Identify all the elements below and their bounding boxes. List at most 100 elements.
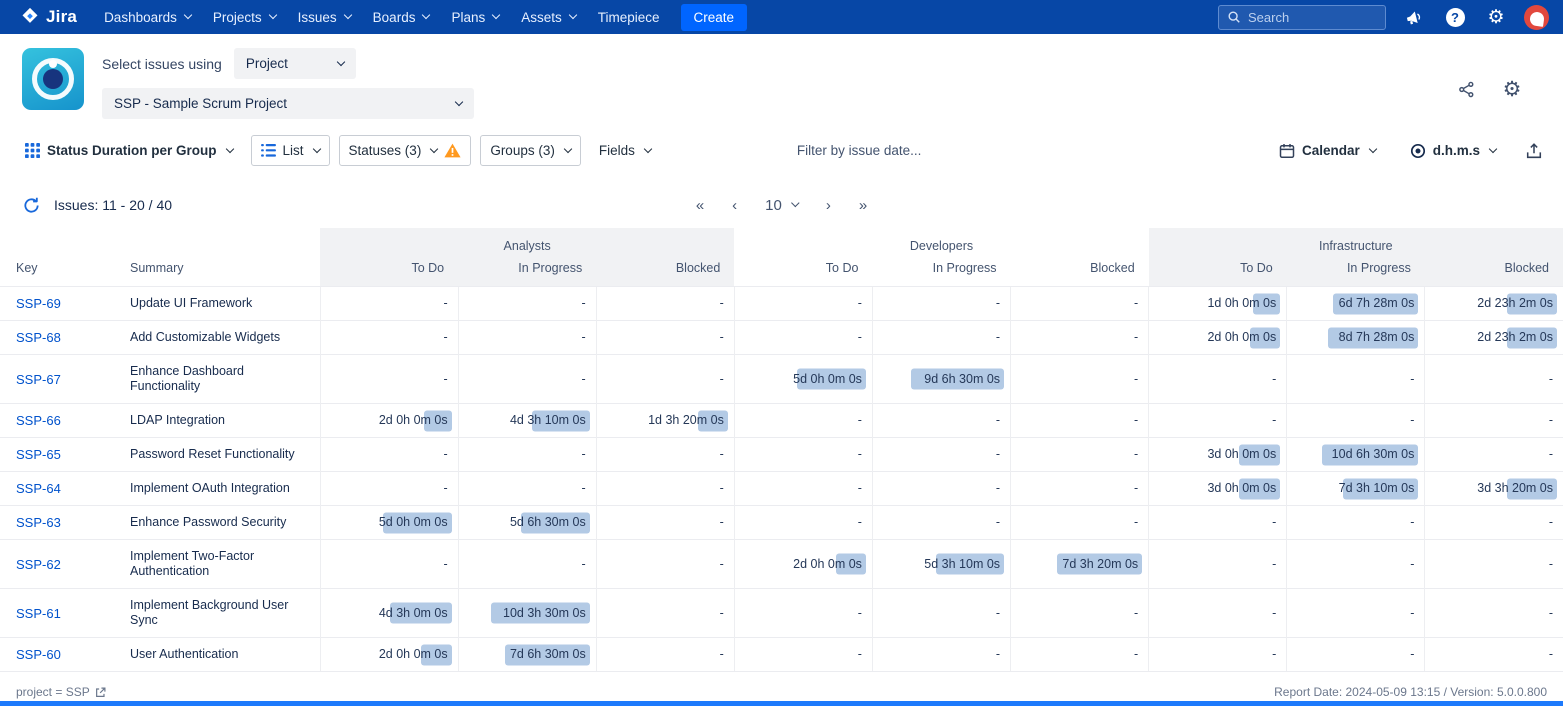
duration-value: - bbox=[1549, 413, 1553, 427]
duration-value: - bbox=[996, 606, 1000, 620]
issue-key-link[interactable]: SSP-68 bbox=[16, 330, 61, 345]
issue-summary: Implement Background User Sync bbox=[120, 589, 320, 638]
issue-key-link[interactable]: SSP-61 bbox=[16, 606, 61, 621]
global-search-box[interactable] bbox=[1218, 5, 1386, 30]
duration-value: - bbox=[443, 557, 447, 571]
duration-cell: - bbox=[1011, 438, 1149, 472]
calendar-select[interactable]: Calendar bbox=[1270, 136, 1385, 166]
duration-cell: 7d 6h 30m 0s bbox=[458, 638, 596, 672]
nav-item-label: Timepiece bbox=[598, 10, 660, 25]
report-type-select[interactable]: Status Duration per Group bbox=[16, 136, 242, 165]
issue-source-select[interactable]: Project bbox=[234, 48, 356, 79]
issue-key-link[interactable]: SSP-69 bbox=[16, 296, 61, 311]
duration-cell: - bbox=[1425, 638, 1563, 672]
chevron-down-icon bbox=[492, 11, 500, 19]
nav-item-issues[interactable]: Issues bbox=[287, 0, 362, 34]
duration-cell: - bbox=[1149, 355, 1287, 404]
issue-key-link[interactable]: SSP-62 bbox=[16, 557, 61, 572]
duration-value: - bbox=[1272, 557, 1276, 571]
last-page-button[interactable]: » bbox=[859, 197, 867, 214]
next-page-button[interactable]: › bbox=[826, 197, 831, 214]
status-column-header: To Do bbox=[320, 256, 458, 287]
issue-key-cell: SSP-61 bbox=[0, 589, 120, 638]
duration-cell: 9d 6h 30m 0s bbox=[872, 355, 1010, 404]
page-size-select[interactable]: 10 bbox=[765, 197, 798, 214]
previous-page-button[interactable]: ‹ bbox=[732, 197, 737, 214]
duration-value: - bbox=[720, 647, 724, 661]
first-page-button[interactable]: « bbox=[696, 197, 704, 214]
filter-query-link[interactable]: project = SSP bbox=[16, 685, 106, 699]
duration-value: - bbox=[720, 447, 724, 461]
app-header-actions: ⚙ bbox=[1453, 48, 1543, 102]
duration-cell: - bbox=[734, 472, 872, 506]
create-button[interactable]: Create bbox=[681, 4, 748, 31]
duration-value: - bbox=[1272, 372, 1276, 386]
duration-value: - bbox=[443, 330, 447, 344]
duration-value: - bbox=[1272, 606, 1276, 620]
view-select[interactable]: List bbox=[251, 135, 330, 166]
export-icon bbox=[1525, 142, 1543, 160]
issue-key-link[interactable]: SSP-67 bbox=[16, 372, 61, 387]
duration-value: - bbox=[1134, 330, 1138, 344]
table-header: Analysts Developers Infrastructure Key S… bbox=[0, 228, 1563, 287]
refresh-button[interactable] bbox=[18, 192, 44, 218]
nav-item-timepiece[interactable]: Timepiece bbox=[587, 0, 671, 34]
duration-cell: - bbox=[734, 638, 872, 672]
duration-cell: - bbox=[596, 321, 734, 355]
nav-item-projects[interactable]: Projects bbox=[202, 0, 287, 34]
duration-value: - bbox=[996, 447, 1000, 461]
share-button[interactable] bbox=[1453, 76, 1479, 102]
duration-value: - bbox=[1272, 515, 1276, 529]
duration-cell: 2d 0h 0m 0s bbox=[1149, 321, 1287, 355]
chevron-down-icon bbox=[184, 11, 192, 19]
duration-value: - bbox=[720, 606, 724, 620]
duration-value: 10d 3h 30m 0s bbox=[503, 606, 586, 620]
duration-cell: - bbox=[320, 355, 458, 404]
issue-key-cell: SSP-67 bbox=[0, 355, 120, 404]
issue-key-link[interactable]: SSP-66 bbox=[16, 413, 61, 428]
duration-cell: 8d 7h 28m 0s bbox=[1287, 321, 1425, 355]
table-row: SSP-60User Authentication2d 0h 0m 0s7d 6… bbox=[0, 638, 1563, 672]
duration-cell: - bbox=[596, 540, 734, 589]
statuses-select[interactable]: Statuses (3) bbox=[339, 135, 472, 166]
settings-button[interactable]: ⚙ bbox=[1483, 4, 1509, 30]
chevron-down-icon bbox=[455, 97, 463, 105]
jira-logo-text: Jira bbox=[46, 7, 77, 27]
help-button[interactable]: ? bbox=[1442, 4, 1468, 30]
issue-key-link[interactable]: SSP-60 bbox=[16, 647, 61, 662]
global-search-input[interactable] bbox=[1248, 10, 1377, 25]
announcements-button[interactable] bbox=[1401, 4, 1427, 30]
duration-cell: - bbox=[1011, 589, 1149, 638]
nav-item-plans[interactable]: Plans bbox=[440, 0, 510, 34]
jira-logo[interactable]: Jira bbox=[20, 7, 77, 27]
nav-item-boards[interactable]: Boards bbox=[362, 0, 441, 34]
duration-cell: 1d 0h 0m 0s bbox=[1149, 287, 1287, 321]
duration-cell: 4d 3h 10m 0s bbox=[458, 404, 596, 438]
nav-item-assets[interactable]: Assets bbox=[510, 0, 587, 34]
duration-value: 5d 3h 10m 0s bbox=[924, 557, 1000, 571]
export-button[interactable] bbox=[1521, 138, 1547, 164]
calendar-select-value: Calendar bbox=[1302, 143, 1360, 158]
external-link-icon bbox=[95, 687, 106, 698]
groups-select[interactable]: Groups (3) bbox=[480, 135, 581, 166]
status-column-header: To Do bbox=[1149, 256, 1287, 287]
nav-item-dashboards[interactable]: Dashboards bbox=[93, 0, 202, 34]
duration-cell: - bbox=[1011, 472, 1149, 506]
project-select[interactable]: SSP - Sample Scrum Project bbox=[102, 88, 474, 119]
issue-key-link[interactable]: SSP-63 bbox=[16, 515, 61, 530]
duration-cell: - bbox=[1011, 355, 1149, 404]
duration-format-select[interactable]: d.h.m.s bbox=[1401, 136, 1505, 166]
app-settings-button[interactable]: ⚙ bbox=[1499, 76, 1525, 102]
issue-key-link[interactable]: SSP-64 bbox=[16, 481, 61, 496]
duration-cell: - bbox=[872, 589, 1010, 638]
duration-value: - bbox=[582, 296, 586, 310]
duration-cell: - bbox=[1287, 404, 1425, 438]
megaphone-icon bbox=[1404, 7, 1425, 28]
issue-date-filter-input[interactable] bbox=[797, 143, 1261, 158]
fields-select[interactable]: Fields bbox=[590, 136, 660, 165]
duration-value: - bbox=[1410, 515, 1414, 529]
duration-cell: - bbox=[1149, 638, 1287, 672]
duration-value: 2d 23h 2m 0s bbox=[1477, 296, 1553, 310]
user-avatar[interactable] bbox=[1524, 5, 1549, 30]
issue-key-link[interactable]: SSP-65 bbox=[16, 447, 61, 462]
